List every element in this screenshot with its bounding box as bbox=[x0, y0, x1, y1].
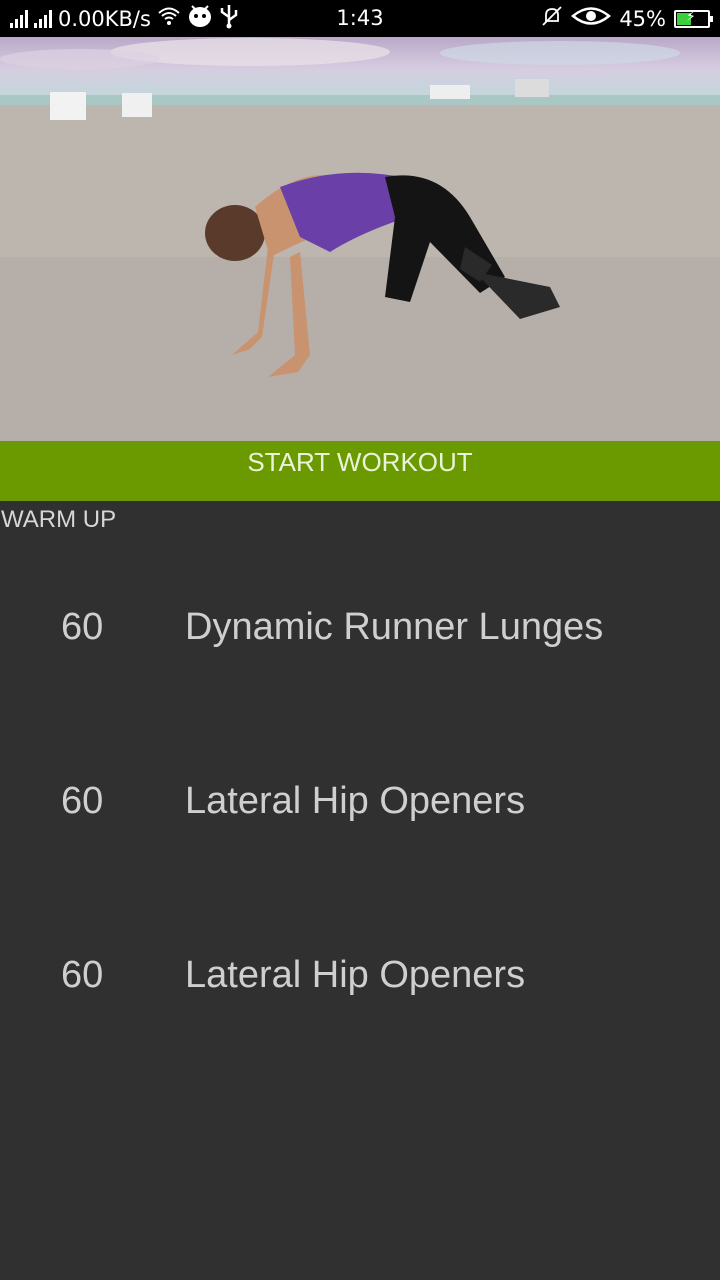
exercise-item[interactable]: 60 Lateral Hip Openers bbox=[0, 714, 720, 888]
status-left: 0.00KB/s bbox=[10, 0, 239, 37]
eye-icon bbox=[571, 5, 612, 32]
signal-icon bbox=[34, 9, 52, 28]
mute-icon bbox=[541, 5, 563, 32]
hero-image bbox=[0, 37, 720, 441]
section-title: WARM UP bbox=[1, 506, 117, 533]
battery-icon: ⚡ bbox=[674, 8, 713, 28]
start-workout-button[interactable]: START WORKOUT bbox=[0, 441, 720, 501]
exercise-item[interactable]: 60 Lateral Hip Openers bbox=[0, 888, 720, 1062]
charging-icon: ⚡ bbox=[686, 8, 696, 25]
wifi-icon bbox=[157, 6, 181, 31]
exercise-name: Dynamic Runner Lunges bbox=[185, 605, 604, 648]
usb-icon bbox=[219, 3, 239, 34]
exercise-name: Lateral Hip Openers bbox=[185, 779, 526, 822]
status-right: 45% ⚡ bbox=[541, 0, 713, 37]
signal-icon bbox=[10, 9, 28, 28]
exercise-name: Lateral Hip Openers bbox=[185, 953, 526, 996]
beach-workout-photo bbox=[0, 38, 720, 441]
exercise-duration: 60 bbox=[61, 605, 104, 648]
android-icon bbox=[187, 4, 213, 33]
exercise-duration: 60 bbox=[61, 779, 104, 822]
status-bar: 0.00KB/s 1:43 45% ⚡ bbox=[0, 0, 720, 37]
network-speed: 0.00KB/s bbox=[58, 6, 151, 31]
exercise-duration: 60 bbox=[61, 953, 104, 996]
exercise-item[interactable]: 60 Dynamic Runner Lunges bbox=[0, 540, 720, 714]
battery-percent: 45% bbox=[619, 6, 666, 31]
